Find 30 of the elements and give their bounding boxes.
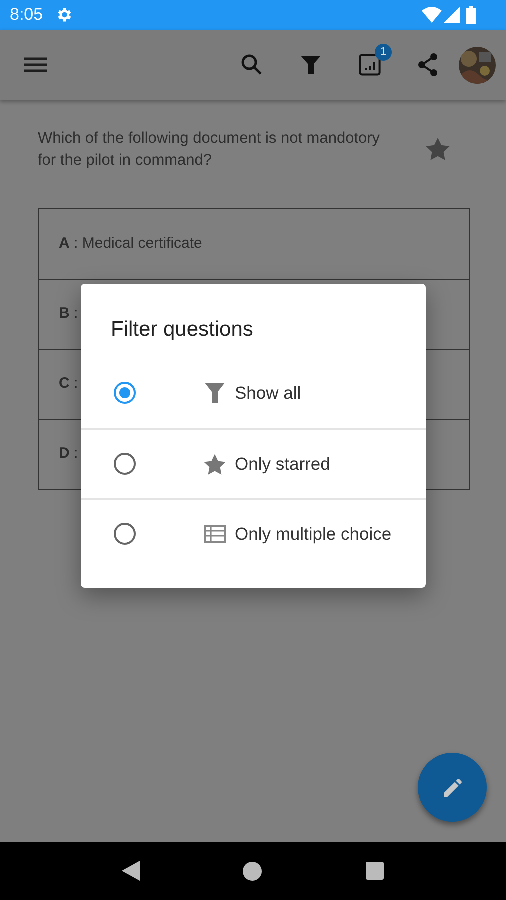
star-icon: [204, 454, 226, 474]
recents-icon[interactable]: [366, 862, 384, 880]
home-icon[interactable]: [243, 862, 262, 880]
radio-button[interactable]: [113, 522, 137, 546]
filter-icon: [205, 382, 225, 404]
edit-button[interactable]: [418, 753, 487, 822]
filter-icon[interactable]: [301, 55, 321, 75]
list-icon: [204, 525, 226, 543]
star-icon[interactable]: [426, 138, 450, 160]
question-text: Which of the following document is not mandotory for the pilot in command?: [38, 129, 382, 171]
search-icon[interactable]: [241, 54, 263, 76]
back-icon[interactable]: [122, 861, 140, 881]
radio-button[interactable]: [113, 381, 137, 405]
option-label[interactable]: Only multiple choice: [235, 520, 392, 548]
answer-text[interactable]: A : Medical certificate: [59, 232, 202, 256]
status-time: 8:05: [10, 4, 44, 26]
option-label[interactable]: Only starred: [235, 450, 330, 478]
wifi-icon: [422, 7, 442, 23]
menu-icon[interactable]: [24, 57, 47, 73]
signal-icon: [444, 7, 460, 23]
notification-badge: 1: [375, 44, 392, 61]
share-icon[interactable]: [417, 53, 439, 77]
answer-text[interactable]: D :: [59, 443, 78, 466]
chart-icon[interactable]: [359, 54, 381, 76]
battery-icon: [466, 6, 476, 24]
answer-text[interactable]: B :: [59, 303, 78, 326]
dialog-title: Filter questions: [110, 317, 254, 343]
radio-button[interactable]: [113, 452, 137, 476]
answer-text[interactable]: C :: [59, 373, 78, 396]
option-label[interactable]: Show all: [235, 380, 302, 406]
